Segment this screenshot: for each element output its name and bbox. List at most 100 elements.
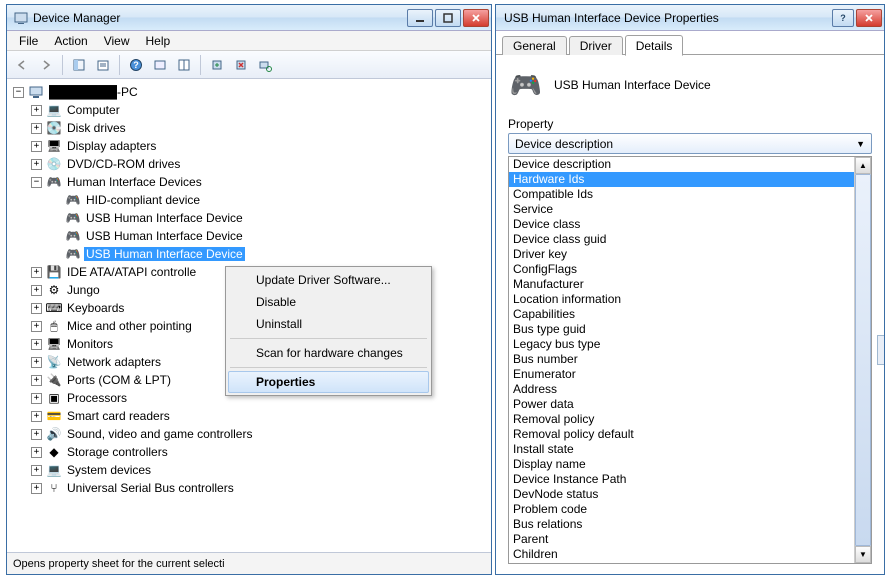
sheet-expand-button[interactable] xyxy=(877,335,884,365)
close-button[interactable] xyxy=(463,9,489,27)
help-button[interactable]: ? xyxy=(125,54,147,76)
context-uninstall[interactable]: Uninstall xyxy=(228,313,429,335)
property-list-item[interactable]: Device class xyxy=(509,217,854,232)
property-list-item[interactable]: Parent xyxy=(509,532,854,547)
property-list-item[interactable]: Hardware Ids xyxy=(509,172,854,187)
property-list-item[interactable]: Manufacturer xyxy=(509,277,854,292)
collapse-icon[interactable]: − xyxy=(13,87,24,98)
scrollbar[interactable]: ▲ ▼ xyxy=(854,157,871,563)
expand-icon[interactable]: + xyxy=(31,159,42,170)
expand-icon[interactable]: + xyxy=(31,375,42,386)
context-update-driver[interactable]: Update Driver Software... xyxy=(228,269,429,291)
expand-icon[interactable]: + xyxy=(31,339,42,350)
minimize-button[interactable] xyxy=(407,9,433,27)
menu-action[interactable]: Action xyxy=(46,32,95,50)
view-resources-button[interactable] xyxy=(173,54,195,76)
expand-icon[interactable]: + xyxy=(31,321,42,332)
context-disable[interactable]: Disable xyxy=(228,291,429,313)
expand-icon[interactable]: + xyxy=(31,303,42,314)
property-list-item[interactable]: Power data xyxy=(509,397,854,412)
tab-general[interactable]: General xyxy=(502,36,567,55)
property-list-item[interactable]: DevNode status xyxy=(509,487,854,502)
property-list-item[interactable]: Compatible Ids xyxy=(509,187,854,202)
scroll-thumb[interactable] xyxy=(855,174,871,546)
property-dropdown[interactable]: Device description ▼ xyxy=(508,133,872,154)
context-menu[interactable]: Update Driver Software... Disable Uninst… xyxy=(225,266,432,396)
menu-view[interactable]: View xyxy=(96,32,138,50)
property-list-item[interactable]: Children xyxy=(509,547,854,562)
expand-icon[interactable]: + xyxy=(31,123,42,134)
property-list-item[interactable]: Bus type guid xyxy=(509,322,854,337)
tree-category[interactable]: +💿DVD/CD-ROM drives xyxy=(9,155,489,173)
collapse-icon[interactable]: − xyxy=(31,177,42,188)
tree-category[interactable]: +💳Smart card readers xyxy=(9,407,489,425)
expand-icon[interactable]: + xyxy=(31,141,42,152)
tree-category-hid[interactable]: −🎮Human Interface Devices xyxy=(9,173,489,191)
tree-device-selected[interactable]: 🎮USB Human Interface Device xyxy=(9,245,489,263)
expand-icon[interactable]: + xyxy=(31,483,42,494)
expand-icon[interactable]: + xyxy=(31,447,42,458)
uninstall-driver-button[interactable] xyxy=(230,54,252,76)
scroll-down-button[interactable]: ▼ xyxy=(855,546,871,563)
property-list-item[interactable]: ConfigFlags xyxy=(509,262,854,277)
property-list-item[interactable]: Legacy bus type xyxy=(509,337,854,352)
tree-category[interactable]: +⑂Universal Serial Bus controllers xyxy=(9,479,489,497)
property-listbox[interactable]: Device descriptionHardware IdsCompatible… xyxy=(508,156,872,564)
property-list-item[interactable]: Device description xyxy=(509,157,854,172)
property-list-item[interactable]: Capabilities xyxy=(509,307,854,322)
forward-button[interactable] xyxy=(35,54,57,76)
close-button[interactable] xyxy=(856,9,882,27)
property-list-item[interactable]: Location information xyxy=(509,292,854,307)
back-button[interactable] xyxy=(11,54,33,76)
property-list-item[interactable]: Bus number xyxy=(509,352,854,367)
menu-file[interactable]: File xyxy=(11,32,46,50)
update-driver-button[interactable] xyxy=(206,54,228,76)
property-list-item[interactable]: Problem code xyxy=(509,502,854,517)
hid-icon: 🎮 xyxy=(65,210,81,226)
property-list-item[interactable]: Address xyxy=(509,382,854,397)
scan-hardware-button[interactable] xyxy=(254,54,276,76)
expand-icon[interactable]: + xyxy=(31,285,42,296)
property-list-item[interactable]: Removal policy xyxy=(509,412,854,427)
tree-device[interactable]: 🎮USB Human Interface Device xyxy=(9,227,489,245)
tree-device[interactable]: 🎮USB Human Interface Device xyxy=(9,209,489,227)
context-scan[interactable]: Scan for hardware changes xyxy=(228,342,429,364)
titlebar[interactable]: USB Human Interface Device Properties ? xyxy=(496,5,884,31)
tree-device[interactable]: 🎮HID-compliant device xyxy=(9,191,489,209)
property-list-item[interactable]: Service xyxy=(509,202,854,217)
tab-details[interactable]: Details xyxy=(625,35,684,56)
property-list-item[interactable]: Install state xyxy=(509,442,854,457)
tree-category[interactable]: +💻Computer xyxy=(9,101,489,119)
view-devices-button[interactable] xyxy=(149,54,171,76)
expand-icon[interactable]: + xyxy=(31,105,42,116)
scroll-up-button[interactable]: ▲ xyxy=(855,157,871,174)
tree-category[interactable]: +◆Storage controllers xyxy=(9,443,489,461)
tree-category[interactable]: +💽Disk drives xyxy=(9,119,489,137)
property-list-item[interactable]: Enumerator xyxy=(509,367,854,382)
expand-icon[interactable]: + xyxy=(31,267,42,278)
property-list-item[interactable]: Device Instance Path xyxy=(509,472,854,487)
show-console-tree-button[interactable] xyxy=(68,54,90,76)
expand-icon[interactable]: + xyxy=(31,393,42,404)
property-list-item[interactable]: Driver Node Strong Name xyxy=(509,562,854,563)
help-button[interactable]: ? xyxy=(832,9,854,27)
tree-category[interactable]: +💻System devices xyxy=(9,461,489,479)
context-properties[interactable]: Properties xyxy=(228,371,429,393)
property-list-item[interactable]: Display name xyxy=(509,457,854,472)
property-list-item[interactable]: Driver key xyxy=(509,247,854,262)
expand-icon[interactable]: + xyxy=(31,357,42,368)
tree-root[interactable]: − ████████-PC xyxy=(9,83,489,101)
property-list-item[interactable]: Device class guid xyxy=(509,232,854,247)
maximize-button[interactable] xyxy=(435,9,461,27)
tab-driver[interactable]: Driver xyxy=(569,36,623,55)
property-list-item[interactable]: Bus relations xyxy=(509,517,854,532)
tree-category[interactable]: +🖥Display adapters xyxy=(9,137,489,155)
tree-category[interactable]: +🔊Sound, video and game controllers xyxy=(9,425,489,443)
property-list-item[interactable]: Removal policy default xyxy=(509,427,854,442)
expand-icon[interactable]: + xyxy=(31,465,42,476)
expand-icon[interactable]: + xyxy=(31,429,42,440)
properties-toolbar-button[interactable] xyxy=(92,54,114,76)
expand-icon[interactable]: + xyxy=(31,411,42,422)
titlebar[interactable]: Device Manager xyxy=(7,5,491,31)
menu-help[interactable]: Help xyxy=(138,32,179,50)
